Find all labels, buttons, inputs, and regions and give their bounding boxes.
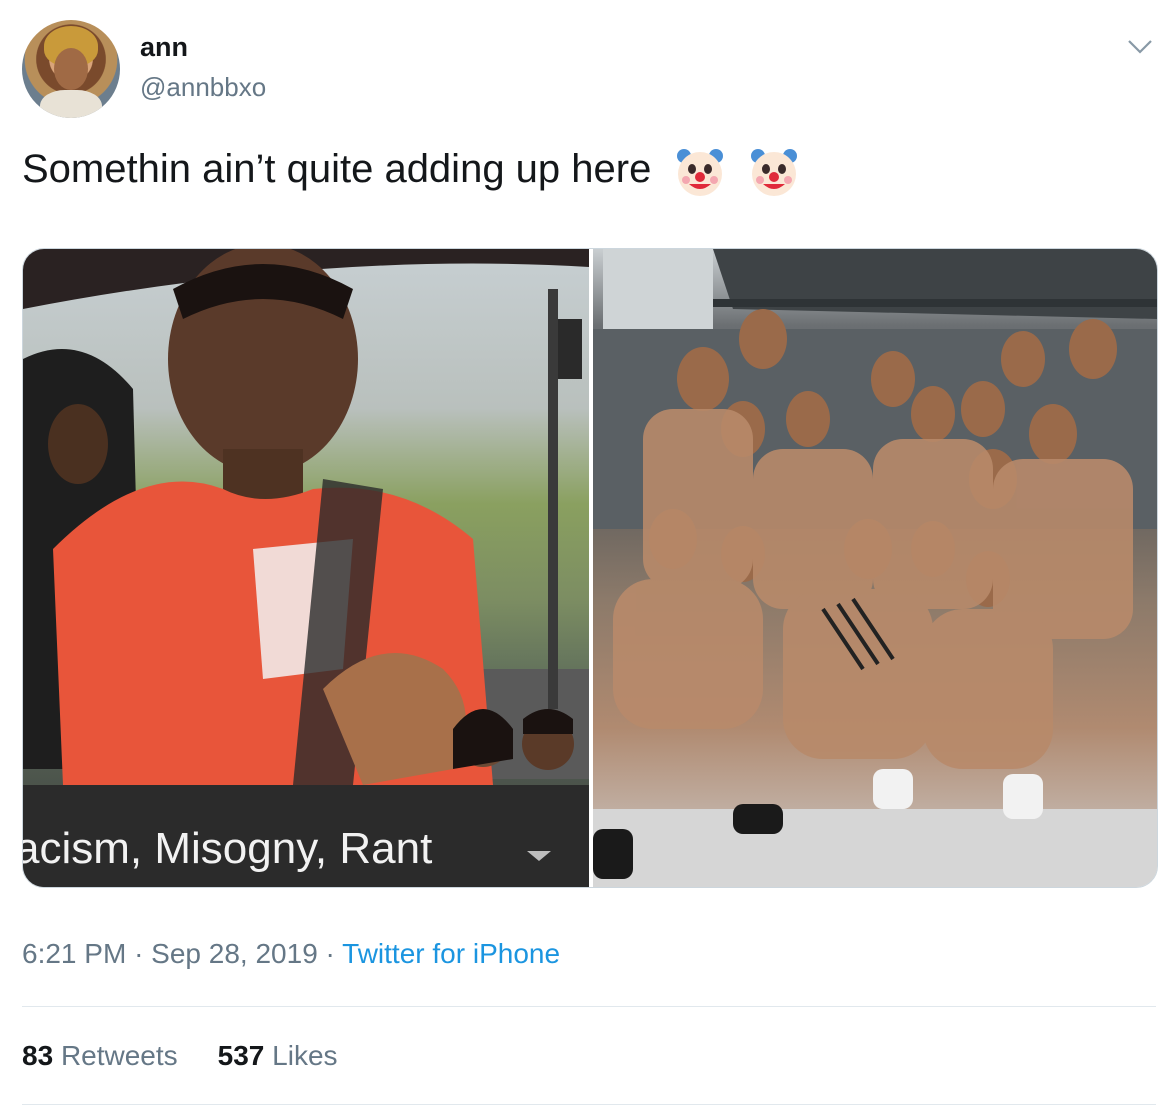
triangle-down-icon[interactable] (527, 851, 551, 861)
tweet-meta: 6:21 PM · Sep 28, 2019 · Twitter for iPh… (22, 938, 560, 970)
tweet-body: Somethin ain’t quite adding up here (22, 147, 652, 191)
divider (22, 1104, 1156, 1105)
retweets-stat[interactable]: 83 Retweets (22, 1040, 178, 1071)
photo-right-scene (593, 249, 1157, 887)
divider (22, 1006, 1156, 1007)
emoji-row (672, 143, 807, 200)
meta-separator: · (134, 938, 144, 969)
likes-count: 537 (217, 1040, 265, 1071)
clown-face-icon (677, 149, 724, 197)
media-grid: acism, Misogny, Rant (22, 248, 1158, 888)
author-name[interactable]: ann (140, 32, 188, 63)
tweet-time[interactable]: 6:21 PM (22, 938, 126, 969)
meta-separator: · (325, 938, 335, 969)
likes-stat[interactable]: 537 Likes (218, 1040, 338, 1071)
likes-label: Likes (272, 1040, 338, 1071)
photo-left[interactable]: acism, Misogny, Rant (23, 249, 589, 887)
tweet-source-link[interactable]: Twitter for iPhone (342, 938, 560, 969)
avatar[interactable] (22, 20, 120, 118)
clown-face-icon (750, 149, 797, 197)
video-caption: acism, Misogny, Rant (23, 824, 433, 873)
avatar-face (54, 48, 88, 90)
photo-right[interactable] (593, 249, 1157, 887)
retweets-label: Retweets (60, 1040, 178, 1071)
tweet-date[interactable]: Sep 28, 2019 (151, 938, 318, 969)
author-handle[interactable]: @annbbxo (140, 72, 266, 103)
avatar-body (40, 90, 102, 118)
tweet-text: Somethin ain’t quite adding up here (22, 142, 808, 200)
retweets-count: 83 (22, 1040, 54, 1071)
chevron-down-icon[interactable] (1126, 34, 1154, 58)
tweet-stats: 83 Retweets 537 Likes (22, 1040, 338, 1072)
tweet: ann @annbbxo Somethin ain’t quite adding… (0, 0, 1174, 1108)
